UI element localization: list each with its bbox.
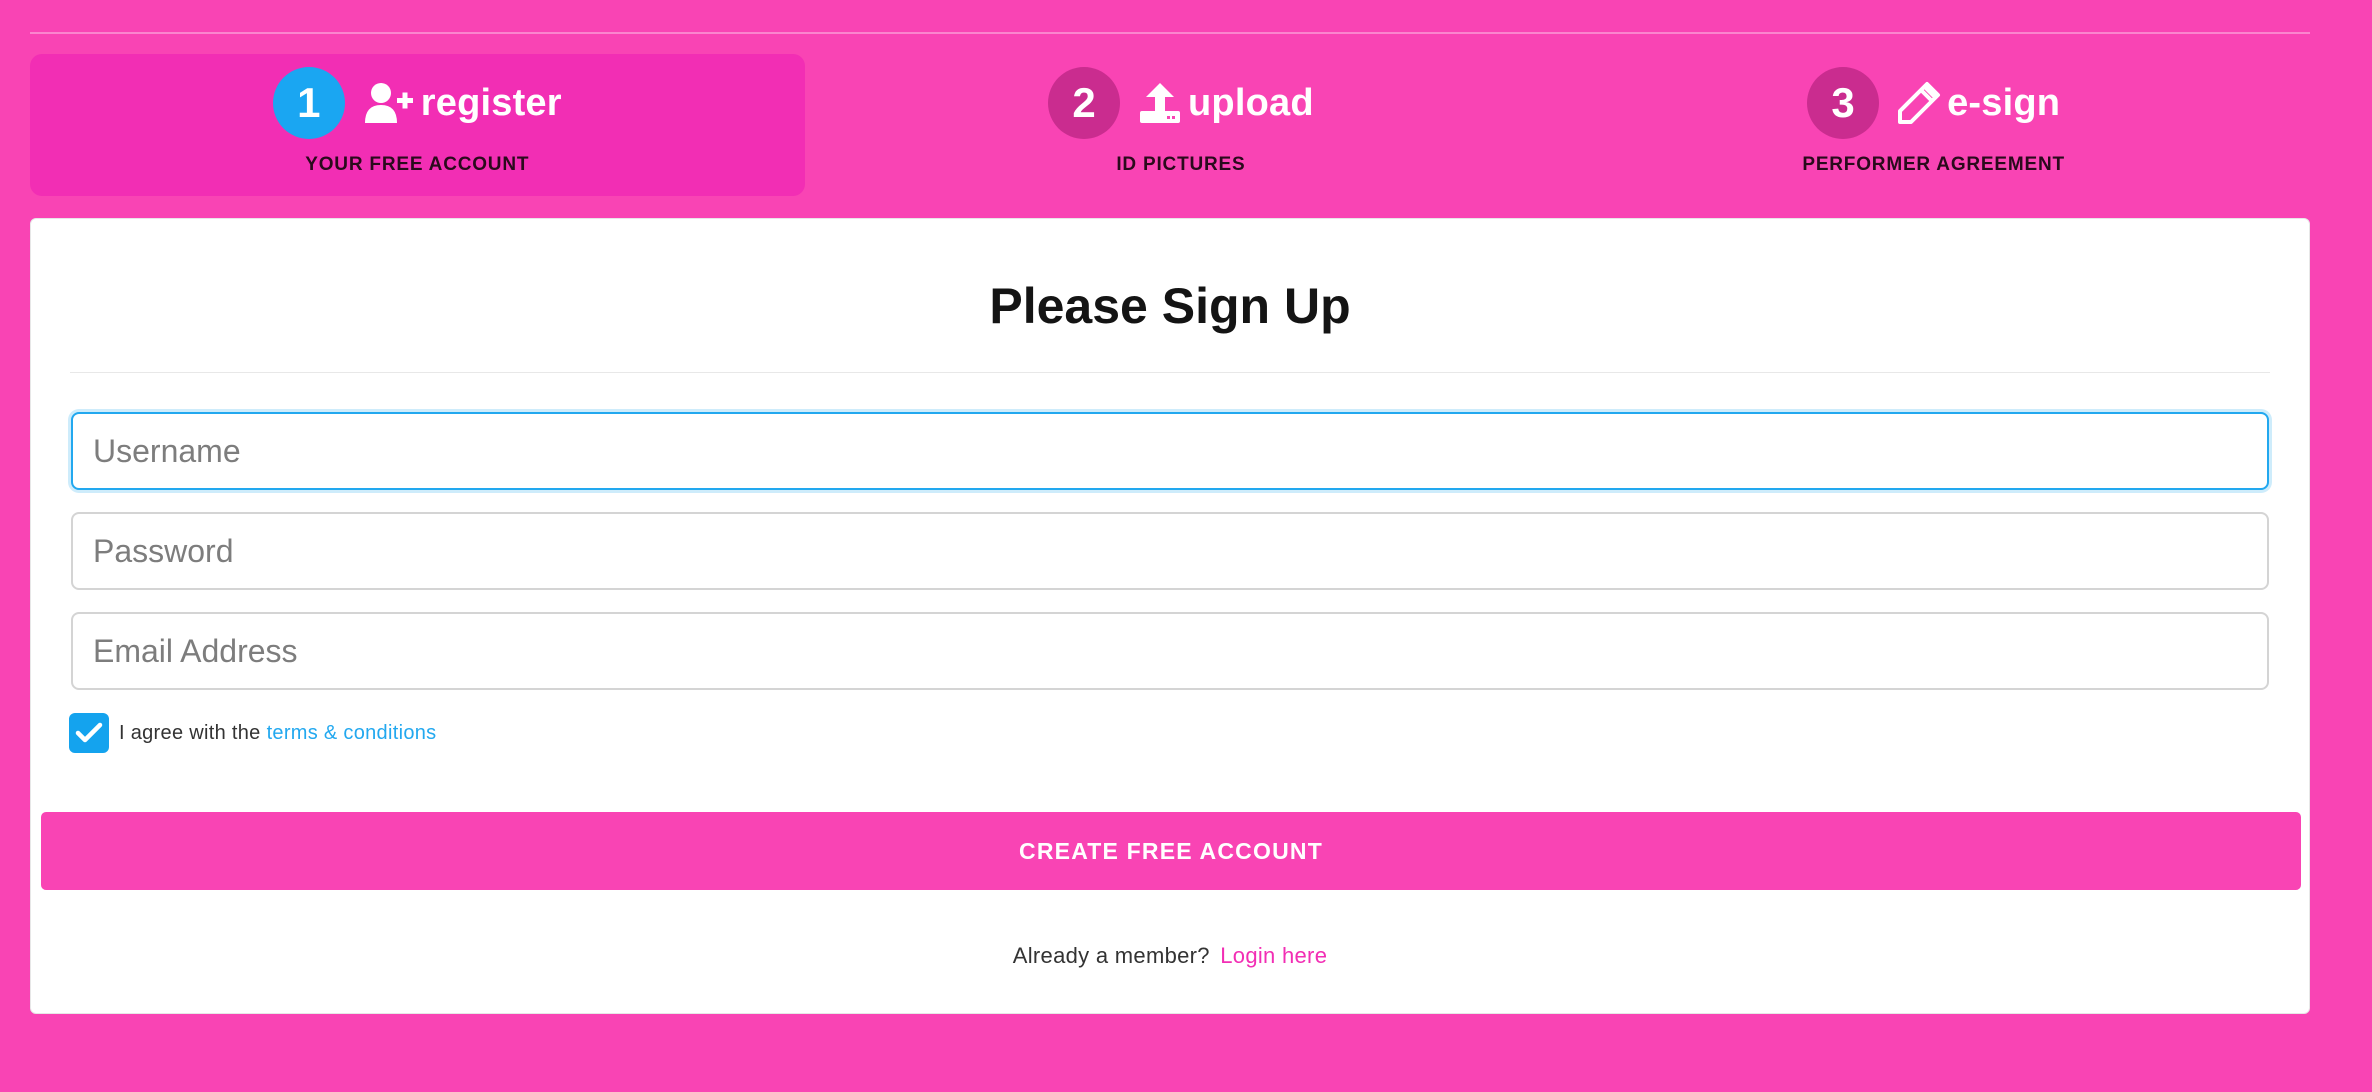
terms-link[interactable]: terms & conditions: [267, 722, 437, 745]
signup-card: Please Sign Up I agree with the terms & …: [30, 218, 2310, 1014]
password-field[interactable]: [71, 512, 2269, 590]
create-account-button[interactable]: CREATE FREE ACCOUNT: [41, 812, 2301, 890]
step-number: 3: [1807, 67, 1880, 139]
user-plus-icon: [363, 81, 415, 125]
step-number: 2: [1048, 67, 1121, 139]
step-subtitle: YOUR FREE ACCOUNT: [305, 154, 530, 175]
step-upload-head: 2 upload: [1048, 66, 1314, 140]
member-text: Already a member?: [1012, 943, 1210, 968]
upload-icon: [1138, 81, 1182, 125]
pencil-icon: [1897, 81, 1941, 125]
step-subtitle: ID PICTURES: [1116, 154, 1246, 175]
top-divider: [30, 32, 2310, 34]
agree-label: I agree with the: [119, 721, 261, 744]
terms-agreement: I agree with the terms & conditions: [69, 713, 436, 753]
login-prompt: Already a member? Login here: [31, 943, 2309, 969]
step-esign-head: 3 e-sign: [1807, 66, 2060, 140]
step-register[interactable]: 1 register YOUR FREE ACCOUNT: [30, 54, 805, 196]
login-link[interactable]: Login here: [1220, 943, 1327, 968]
step-esign[interactable]: 3 e-sign PERFORMER AGREEMENT: [1557, 54, 2310, 196]
step-title: e-sign: [1947, 81, 2061, 124]
step-number: 1: [272, 67, 345, 139]
page-title: Please Sign Up: [989, 278, 1351, 334]
username-field[interactable]: [71, 412, 2269, 490]
title-divider: [70, 372, 2270, 373]
step-title: register: [420, 81, 562, 124]
step-upload[interactable]: 2 upload ID PICTURES: [805, 54, 1558, 196]
email-field[interactable]: [71, 612, 2269, 690]
terms-checkbox[interactable]: [69, 713, 109, 753]
checkmark-icon: [75, 722, 103, 743]
step-subtitle: PERFORMER AGREEMENT: [1802, 154, 2065, 175]
signup-steps: 1 register YOUR FREE ACCOUNT 2 upload ID…: [30, 54, 2310, 196]
step-register-head: 1 register: [272, 66, 562, 140]
step-title: upload: [1188, 81, 1314, 124]
